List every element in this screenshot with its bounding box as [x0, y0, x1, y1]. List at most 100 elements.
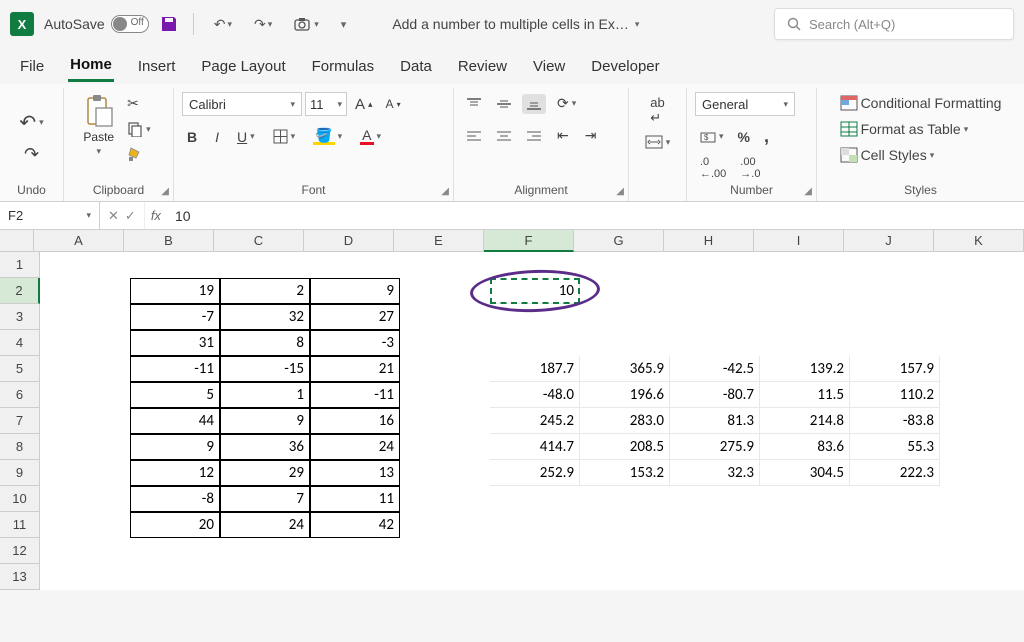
cell-D8[interactable]: 24: [310, 434, 400, 460]
redo-dropdown[interactable]: ↷ ▾: [248, 12, 278, 37]
autosave-toggle[interactable]: AutoSave Off: [44, 15, 149, 33]
font-color-button[interactable]: A ▾: [355, 125, 386, 148]
cell-B2[interactable]: 19: [130, 278, 220, 304]
font-name-select[interactable]: Calibri▾: [182, 92, 302, 116]
accounting-button[interactable]: $▾: [695, 127, 729, 147]
cell-H7[interactable]: 81.3: [670, 408, 760, 434]
cell-F8[interactable]: 414.7: [490, 434, 580, 460]
cell-G7[interactable]: 283.0: [580, 408, 670, 434]
orientation-button[interactable]: ⟳ ▾: [552, 92, 581, 115]
cell-G9[interactable]: 153.2: [580, 460, 670, 486]
tab-view[interactable]: View: [531, 52, 567, 81]
cell-B8[interactable]: 9: [130, 434, 220, 460]
toggle-switch[interactable]: Off: [111, 15, 149, 33]
column-header-E[interactable]: E: [394, 230, 484, 252]
tab-developer[interactable]: Developer: [589, 52, 661, 81]
row-header-7[interactable]: 7: [0, 408, 40, 434]
bold-button[interactable]: B: [182, 126, 202, 148]
cell-C8[interactable]: 36: [220, 434, 310, 460]
number-format-select[interactable]: General▾: [695, 92, 795, 116]
cell-styles-button[interactable]: Cell Styles ▾: [835, 144, 940, 166]
select-all-corner[interactable]: [0, 230, 34, 252]
font-launcher[interactable]: ◢: [441, 186, 449, 197]
cell-G5[interactable]: 365.9: [580, 356, 670, 382]
cut-button[interactable]: ✂: [122, 92, 156, 115]
paste-button[interactable]: Paste ▾: [81, 92, 116, 159]
increase-indent-button[interactable]: ⇥: [580, 124, 602, 147]
percent-button[interactable]: %: [733, 126, 755, 148]
cell-B3[interactable]: -7: [130, 304, 220, 330]
cell-F5[interactable]: 187.7: [490, 356, 580, 382]
cell-J7[interactable]: -83.8: [850, 408, 940, 434]
cell-J5[interactable]: 157.9: [850, 356, 940, 382]
cell-C4[interactable]: 8: [220, 330, 310, 356]
cell-C3[interactable]: 32: [220, 304, 310, 330]
tab-home[interactable]: Home: [68, 50, 114, 82]
cell-H5[interactable]: -42.5: [670, 356, 760, 382]
camera-dropdown[interactable]: ▾: [288, 13, 325, 35]
column-header-A[interactable]: A: [34, 230, 124, 252]
column-header-J[interactable]: J: [844, 230, 934, 252]
cell-B7[interactable]: 44: [130, 408, 220, 434]
cancel-formula-button[interactable]: ✕: [108, 208, 119, 224]
cell-B11[interactable]: 20: [130, 512, 220, 538]
undo-dropdown[interactable]: ↶ ▾: [208, 12, 238, 37]
tab-data[interactable]: Data: [398, 52, 434, 81]
column-header-K[interactable]: K: [934, 230, 1024, 252]
cell-D9[interactable]: 13: [310, 460, 400, 486]
row-header-12[interactable]: 12: [0, 538, 40, 564]
cell-J6[interactable]: 110.2: [850, 382, 940, 408]
font-size-select[interactable]: 11▾: [305, 92, 347, 116]
wrap-text-button[interactable]: ab↵: [645, 92, 669, 129]
column-header-B[interactable]: B: [124, 230, 214, 252]
row-header-2[interactable]: 2: [0, 278, 40, 304]
cell-J9[interactable]: 222.3: [850, 460, 940, 486]
cell-F2[interactable]: 10: [490, 278, 580, 304]
row-header-4[interactable]: 4: [0, 330, 40, 356]
cell-D2[interactable]: 9: [310, 278, 400, 304]
decrease-font-button[interactable]: A▾: [381, 94, 406, 114]
conditional-formatting-button[interactable]: Conditional Formatting: [835, 92, 1007, 114]
format-as-table-button[interactable]: Format as Table ▾: [835, 118, 974, 140]
search-input[interactable]: Search (Alt+Q): [774, 8, 1014, 40]
row-header-9[interactable]: 9: [0, 460, 40, 486]
cell-I6[interactable]: 11.5: [760, 382, 850, 408]
increase-font-button[interactable]: A▴: [350, 93, 378, 116]
row-header-10[interactable]: 10: [0, 486, 40, 512]
undo-button[interactable]: ↶ ▾: [14, 107, 48, 138]
fill-color-button[interactable]: 🪣 ▾: [308, 125, 347, 148]
tab-review[interactable]: Review: [456, 52, 509, 81]
underline-button[interactable]: U ▾: [232, 126, 260, 148]
cell-C11[interactable]: 24: [220, 512, 310, 538]
comma-button[interactable]: ,: [759, 123, 774, 150]
cell-B4[interactable]: 31: [130, 330, 220, 356]
cell-D3[interactable]: 27: [310, 304, 400, 330]
alignment-launcher[interactable]: ◢: [616, 186, 624, 197]
cell-I9[interactable]: 304.5: [760, 460, 850, 486]
cell-I8[interactable]: 83.6: [760, 434, 850, 460]
qat-overflow[interactable]: ▾: [335, 14, 353, 35]
cell-J8[interactable]: 55.3: [850, 434, 940, 460]
italic-button[interactable]: I: [210, 126, 224, 148]
tab-file[interactable]: File: [18, 52, 46, 81]
cell-H8[interactable]: 275.9: [670, 434, 760, 460]
cell-H9[interactable]: 32.3: [670, 460, 760, 486]
align-right-button[interactable]: [522, 127, 546, 145]
cell-I7[interactable]: 214.8: [760, 408, 850, 434]
cell-D11[interactable]: 42: [310, 512, 400, 538]
column-header-D[interactable]: D: [304, 230, 394, 252]
tab-insert[interactable]: Insert: [136, 52, 178, 81]
cell-G8[interactable]: 208.5: [580, 434, 670, 460]
cell-D7[interactable]: 16: [310, 408, 400, 434]
cell-F9[interactable]: 252.9: [490, 460, 580, 486]
merge-button[interactable]: ▾: [640, 132, 676, 152]
cell-C6[interactable]: 1: [220, 382, 310, 408]
row-header-1[interactable]: 1: [0, 252, 40, 278]
cell-G6[interactable]: 196.6: [580, 382, 670, 408]
spreadsheet-grid[interactable]: ABCDEFGHIJK 12345678910111213 192910-732…: [0, 230, 1024, 590]
row-header-8[interactable]: 8: [0, 434, 40, 460]
cell-B9[interactable]: 12: [130, 460, 220, 486]
cell-F6[interactable]: -48.0: [490, 382, 580, 408]
cell-D5[interactable]: 21: [310, 356, 400, 382]
row-header-3[interactable]: 3: [0, 304, 40, 330]
